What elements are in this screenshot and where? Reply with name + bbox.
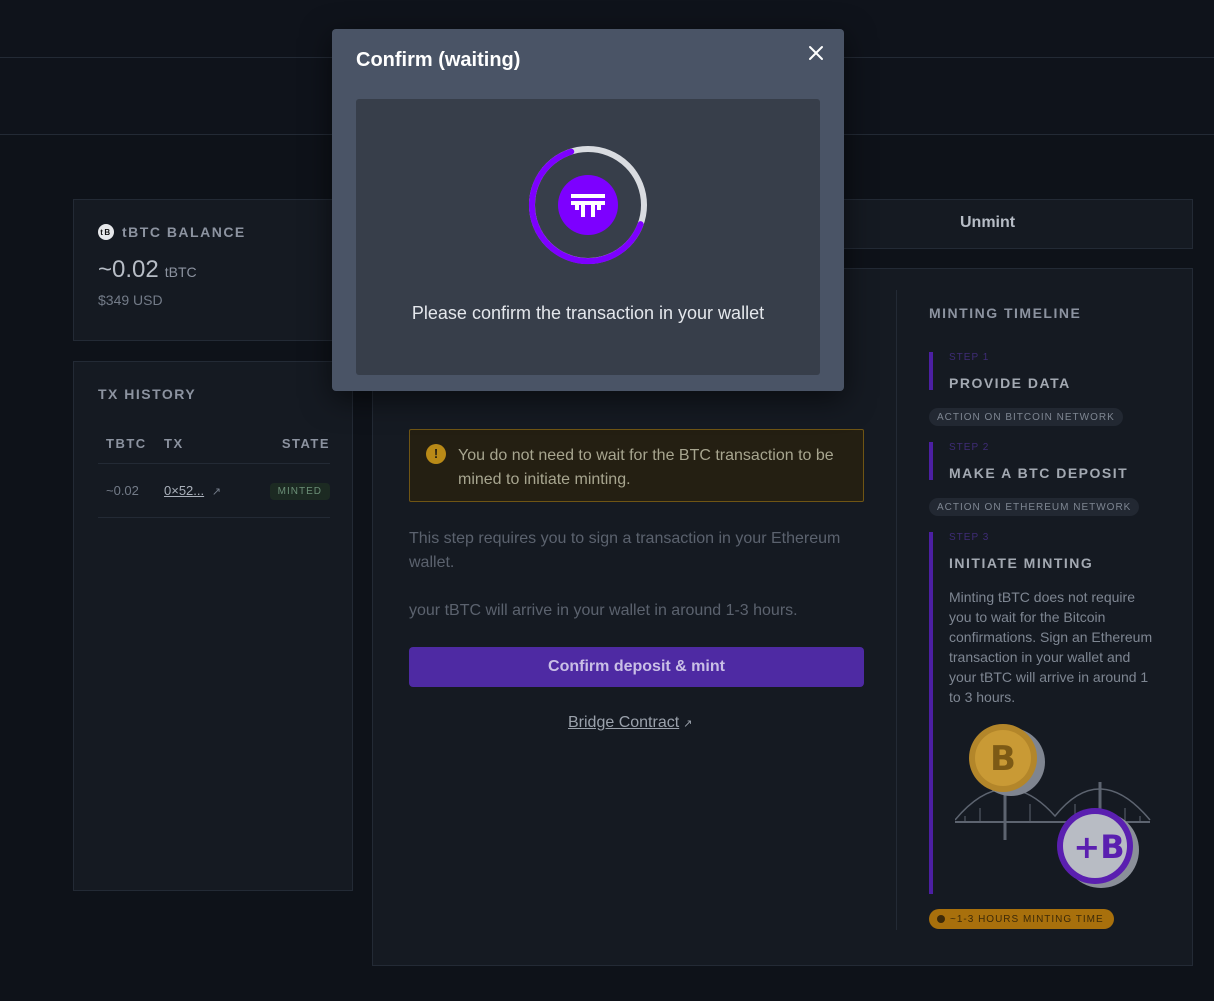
- step-2-title: MAKE A BTC DEPOSIT: [949, 465, 1129, 481]
- info-alert: ! You do not need to wait for the BTC tr…: [409, 429, 864, 502]
- tbtc-coin-icon: +B: [1057, 808, 1139, 888]
- bitcoin-coin-icon: B: [969, 724, 1045, 796]
- step-2-label: STEP 2: [949, 442, 990, 453]
- tx-hash-link[interactable]: 0×52...: [164, 483, 204, 498]
- status-badge: MINTED: [269, 482, 330, 500]
- confirm-deposit-mint-button[interactable]: Confirm deposit & mint: [409, 647, 864, 687]
- modal-message: Please confirm the transaction in your w…: [411, 303, 765, 323]
- minting-time-label: ~1-3 HOURS MINTING TIME: [950, 913, 1104, 925]
- tx-history-table: TBTC TX STATE ~0.02 0×52... ↗ MINTED: [98, 424, 330, 518]
- loading-spinner-icon: [529, 146, 647, 265]
- minting-time-badge: ~1-3 HOURS MINTING TIME: [929, 909, 1114, 929]
- column-header-state: STATE: [281, 436, 330, 451]
- step-3-label: STEP 3: [949, 532, 990, 543]
- tx-history-title: TX HISTORY: [98, 386, 197, 402]
- modal-title: Confirm (waiting): [356, 49, 521, 71]
- table-row: ~0.02 0×52... ↗ MINTED: [98, 464, 330, 518]
- column-header-tx: TX: [164, 436, 184, 451]
- step-instructions: This step requires you to sign a transac…: [409, 530, 841, 571]
- bridge-contract-link[interactable]: Bridge Contract ↗: [568, 714, 692, 732]
- confirm-waiting-modal: Confirm (waiting) Please confirm the tra…: [332, 29, 844, 391]
- svg-text:B: B: [990, 739, 1016, 779]
- step-2-indicator: [929, 442, 933, 480]
- step-2-network-badge: ACTION ON ETHEREUM NETWORK: [929, 498, 1140, 516]
- external-link-icon: ↗: [211, 486, 221, 498]
- minting-timeline-title: MINTING TIMELINE: [929, 305, 1082, 321]
- balance-usd: $349 USD: [98, 292, 163, 308]
- warning-icon: !: [426, 444, 446, 464]
- balance-amount: ~0.02: [98, 256, 159, 283]
- step-3-description: Minting tBTC does not require you to wai…: [949, 589, 1153, 705]
- step-3-title: INITIATE MINTING: [949, 555, 1094, 571]
- close-icon[interactable]: [804, 41, 828, 65]
- tbtc-token-icon: tB: [98, 224, 114, 240]
- column-header-tbtc: TBTC: [106, 436, 147, 451]
- tx-history-card: TX HISTORY TBTC TX STATE ~0.02 0×52... ↗…: [73, 361, 353, 891]
- tbtc-balance-card: tB tBTC BALANCE ~0.02 tBTC $349 USD: [73, 199, 353, 341]
- balance-unit: tBTC: [164, 264, 197, 280]
- step-1-title: PROVIDE DATA: [949, 375, 1071, 391]
- step-3-indicator: [929, 532, 933, 894]
- step-1-indicator: [929, 352, 933, 390]
- step-1-label: STEP 1: [949, 352, 990, 363]
- threshold-logo-icon: [558, 175, 618, 235]
- table-header: TBTC TX STATE: [98, 424, 330, 464]
- bitcoin-bridge-illustration: B +B: [955, 724, 1151, 888]
- bridge-contract-label: Bridge Contract: [568, 714, 680, 731]
- clock-icon: [937, 915, 945, 923]
- eta-text: your tBTC will arrive in your wallet in …: [409, 602, 798, 619]
- balance-title: tBTC BALANCE: [122, 224, 246, 240]
- svg-text:+B: +B: [1073, 828, 1124, 866]
- modal-body: Please confirm the transaction in your w…: [356, 99, 820, 375]
- tab-unmint[interactable]: Unmint: [960, 214, 1015, 232]
- alert-text: You do not need to wait for the BTC tran…: [458, 447, 834, 488]
- external-link-icon: ↗: [683, 718, 693, 730]
- step-1-network-badge: ACTION ON BITCOIN NETWORK: [929, 408, 1123, 426]
- timeline-divider: [896, 290, 897, 930]
- row-amount: ~0.02: [106, 483, 139, 498]
